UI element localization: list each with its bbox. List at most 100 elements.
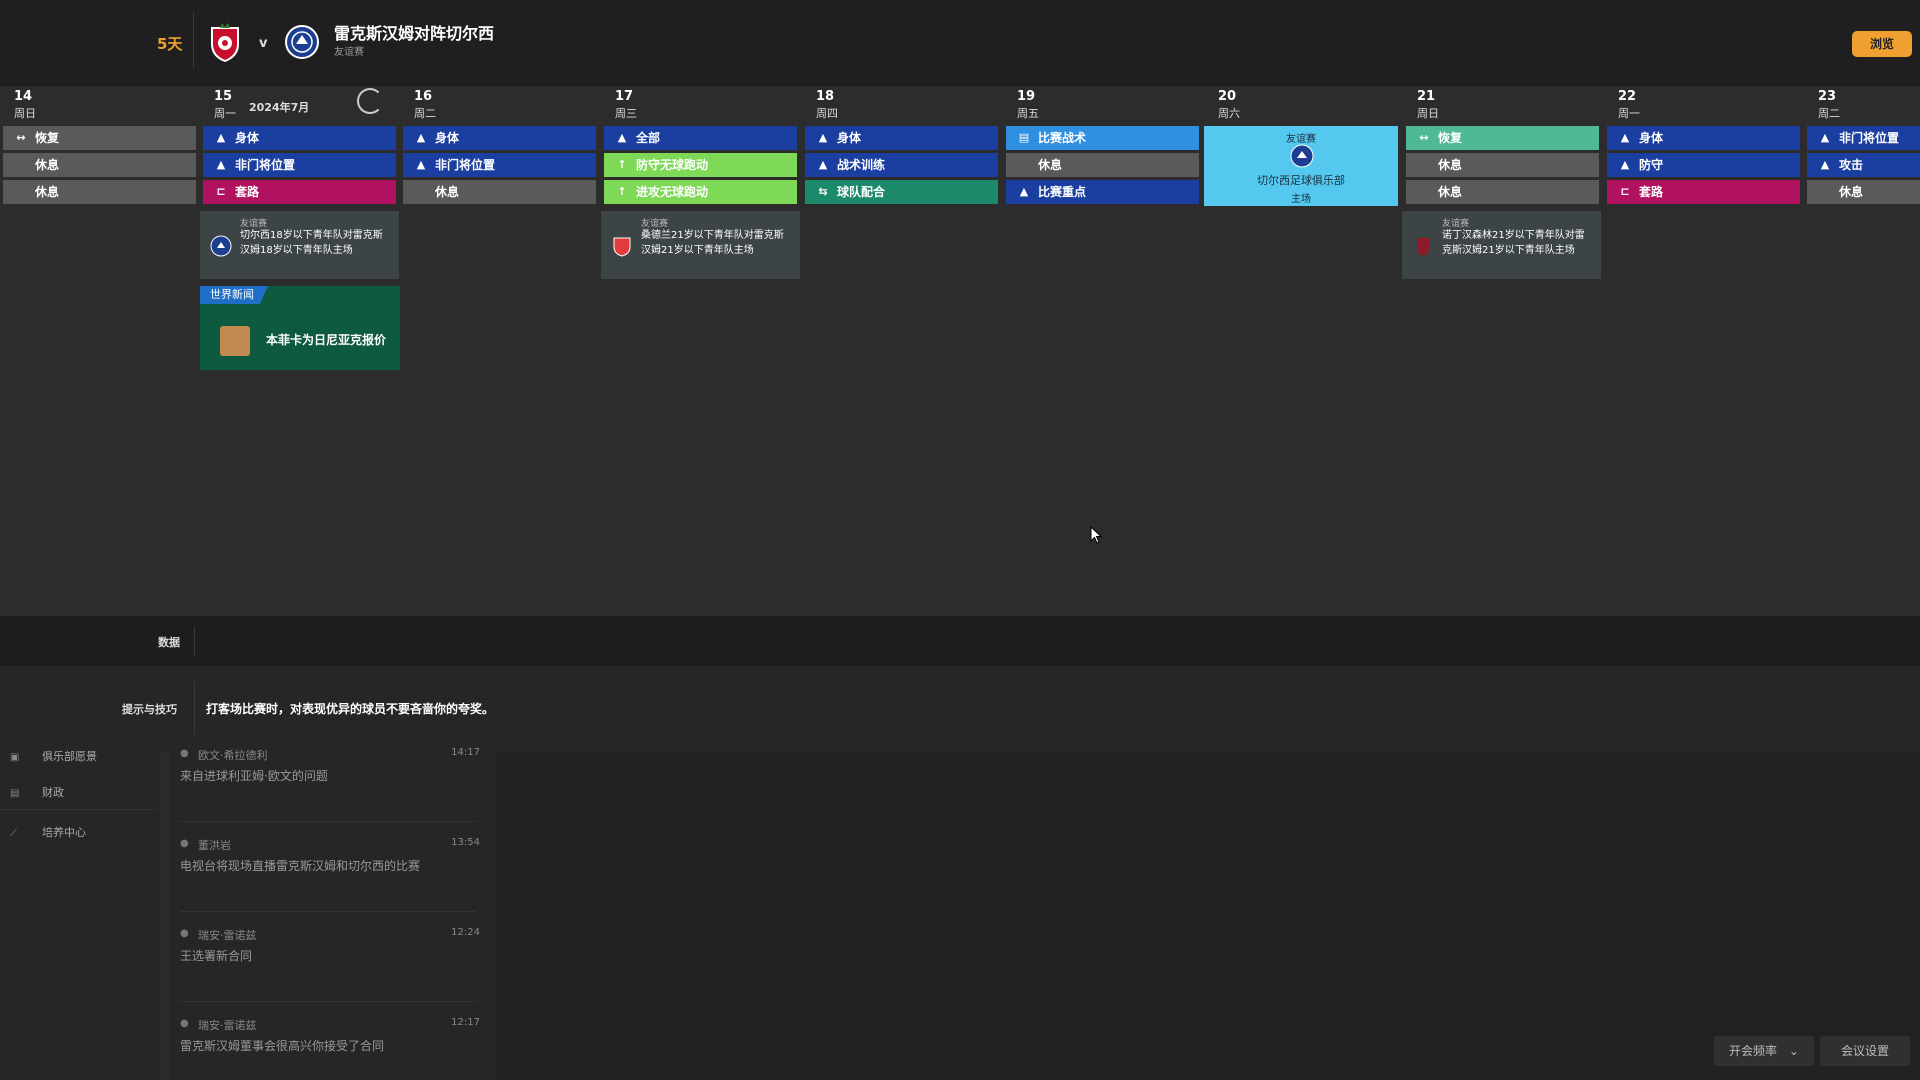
training-session[interactable]: ▲ 非门将位置: [1807, 126, 1920, 150]
physical-icon: ▲: [216, 131, 226, 144]
divider: [194, 682, 195, 734]
sidebar-item-label: 培养中心: [42, 826, 86, 839]
browse-button[interactable]: 浏览: [1852, 31, 1912, 57]
meeting-settings-button[interactable]: 会议设置: [1820, 1036, 1910, 1066]
person-icon: ●: [180, 748, 189, 759]
chevron-down-icon: ⌄: [1788, 1044, 1799, 1058]
training-session[interactable]: ▲ 身体: [403, 126, 596, 150]
training-session[interactable]: ▲ 身体: [203, 126, 396, 150]
session-label: 套路: [235, 185, 260, 199]
fixture-card[interactable]: 友谊赛 桑德兰21岁以下青年队对雷克斯汉姆21岁以下青年队主场: [601, 211, 800, 279]
training-session[interactable]: ▤ 比赛战术: [1006, 126, 1199, 150]
training-session[interactable]: ▲ 身体: [1607, 126, 1800, 150]
day-weekday: 周六: [1218, 107, 1240, 120]
fixture-card[interactable]: 友谊赛 切尔西18岁以下青年队对雷克斯汉姆18岁以下青年队主场: [200, 211, 399, 279]
physical-icon: ▲: [1820, 158, 1830, 171]
training-session[interactable]: ⊏ 套路: [1607, 180, 1800, 204]
training-session[interactable]: ▲ 全部: [604, 126, 797, 150]
session-label: 休息: [1839, 185, 1864, 199]
training-session[interactable]: 休息: [1006, 153, 1199, 177]
session-label: 身体: [435, 131, 460, 145]
person-icon: ●: [180, 1018, 189, 1029]
training-session[interactable]: ⊏ 套路: [203, 180, 396, 204]
training-session[interactable]: ▲ 攻击: [1807, 153, 1920, 177]
meeting-frequency-label: 开会频率: [1729, 1044, 1778, 1058]
physical-icon: ▲: [1620, 131, 1630, 144]
physical-icon: ▲: [1019, 185, 1029, 198]
training-session[interactable]: 休息: [3, 180, 196, 204]
sidebar-item-development[interactable]: ⟋ 培养中心: [10, 823, 86, 843]
day-number: 19: [1017, 89, 1036, 104]
training-session[interactable]: ⇆ 球队配合: [805, 180, 998, 204]
training-session[interactable]: ↑ 进攻无球跑动: [604, 180, 797, 204]
main-content-area: [496, 751, 1920, 1080]
training-session[interactable]: ▲ 防守: [1607, 153, 1800, 177]
inbox-panel: ● 欧文·希拉德利 14:17 来自进球利亚姆·欧文的问题 ● 董洪岩 13:5…: [170, 747, 496, 1080]
sidebar: ▣ 俱乐部愿景 ▤ 财政 ⟋ 培养中心: [0, 750, 160, 1080]
chelsea-crest-icon[interactable]: [285, 22, 319, 62]
day-weekday: 周日: [1417, 107, 1439, 120]
day-weekday: 周五: [1017, 107, 1039, 120]
header-divider: [193, 12, 194, 68]
training-session[interactable]: 休息: [1406, 153, 1599, 177]
player-avatar: [220, 326, 250, 356]
day-number: 18: [816, 89, 835, 104]
sidebar-item-vision[interactable]: ▣ 俱乐部愿景: [10, 747, 97, 767]
training-session[interactable]: 休息: [1406, 180, 1599, 204]
session-label: 恢复: [35, 131, 60, 145]
fixture-text: 切尔西18岁以下青年队对雷克斯汉姆18岁以下青年队主场: [240, 230, 383, 256]
data-tab[interactable]: 数据: [158, 634, 180, 650]
message-time: 13:54: [451, 837, 480, 848]
physical-icon: ▲: [818, 131, 828, 144]
session-label: 恢复: [1438, 131, 1463, 145]
divider: [0, 809, 156, 810]
match-day-box[interactable]: 友谊赛 切尔西足球俱乐部 主场: [1204, 126, 1398, 206]
day-number: 23: [1818, 89, 1837, 104]
training-session[interactable]: ▲ 战术训练: [805, 153, 998, 177]
inbox-message[interactable]: ● 董洪岩 13:54 电视台将现场直播雷克斯汉姆和切尔西的比赛: [180, 837, 480, 917]
match-type: 友谊赛: [1286, 134, 1316, 145]
training-session[interactable]: 休息: [1807, 180, 1920, 204]
training-session[interactable]: 休息: [403, 180, 596, 204]
day-weekday: 周二: [1818, 107, 1840, 120]
training-session[interactable]: ▲ 比赛重点: [1006, 180, 1199, 204]
refresh-icon[interactable]: [357, 88, 383, 114]
divider: [180, 821, 476, 822]
session-label: 休息: [35, 185, 60, 199]
training-session[interactable]: ↔ 恢复: [3, 126, 196, 150]
meeting-frequency-dropdown[interactable]: 开会频率 ⌄: [1714, 1036, 1814, 1066]
match-title[interactable]: 雷克斯汉姆对阵切尔西: [334, 20, 494, 44]
training-session[interactable]: ↔ 恢复: [1406, 126, 1599, 150]
session-label: 进攻无球跑动: [636, 185, 709, 199]
world-news-card[interactable]: 世界新闻 本菲卡为日尼亚克报价: [200, 286, 400, 370]
training-session[interactable]: ▲ 非门将位置: [403, 153, 596, 177]
month-label: 2024年7月: [249, 101, 310, 114]
set-piece-icon: ⊏: [216, 185, 226, 198]
training-session[interactable]: ▲ 非门将位置: [203, 153, 396, 177]
set-piece-icon: ⊏: [1620, 185, 1630, 198]
match-competition: 友谊赛: [334, 47, 364, 58]
sidebar-item-finance[interactable]: ▤ 财政: [10, 783, 64, 803]
versus-label: v: [259, 36, 268, 51]
inbox-message[interactable]: ● 瑞安·雷诺兹 12:24 王选署新合同: [180, 927, 480, 1007]
session-label: 非门将位置: [235, 158, 296, 172]
session-label: 休息: [35, 158, 60, 172]
fixture-card[interactable]: 友谊赛 诺丁汉森林21岁以下青年队对雷克斯汉姆21岁以下青年队主场: [1402, 211, 1601, 279]
fixture-text: 桑德兰21岁以下青年队对雷克斯汉姆21岁以下青年队主场: [641, 230, 784, 256]
wrexham-crest-icon[interactable]: [208, 22, 242, 62]
inbox-message[interactable]: ● 欧文·希拉德利 14:17 来自进球利亚姆·欧文的问题: [180, 747, 480, 827]
session-label: 防守无球跑动: [636, 158, 709, 172]
message-sender: 瑞安·雷诺兹: [198, 1019, 257, 1032]
development-icon: ⟋: [10, 828, 17, 839]
training-session[interactable]: ↑ 防守无球跑动: [604, 153, 797, 177]
session-label: 非门将位置: [1839, 131, 1900, 145]
session-label: 防守: [1639, 158, 1664, 172]
training-session[interactable]: ▲ 身体: [805, 126, 998, 150]
session-label: 休息: [1038, 158, 1063, 172]
day-number: 21: [1417, 89, 1436, 104]
training-calendar: 23 周二 ▲ 非门将位置 ▲ 攻击 休息 22 周一 ▲ 身体 ▲ 防守 ⊏ 套路 21 周日 ↔ 恢复 休息 休息 2…: [0, 86, 1920, 616]
session-label: 全部: [636, 131, 661, 145]
training-session[interactable]: 休息: [3, 153, 196, 177]
physical-icon: ▲: [416, 131, 426, 144]
inbox-message[interactable]: ● 瑞安·雷诺兹 12:17 雷克斯汉姆董事会很高兴你接受了合同: [180, 1017, 480, 1080]
